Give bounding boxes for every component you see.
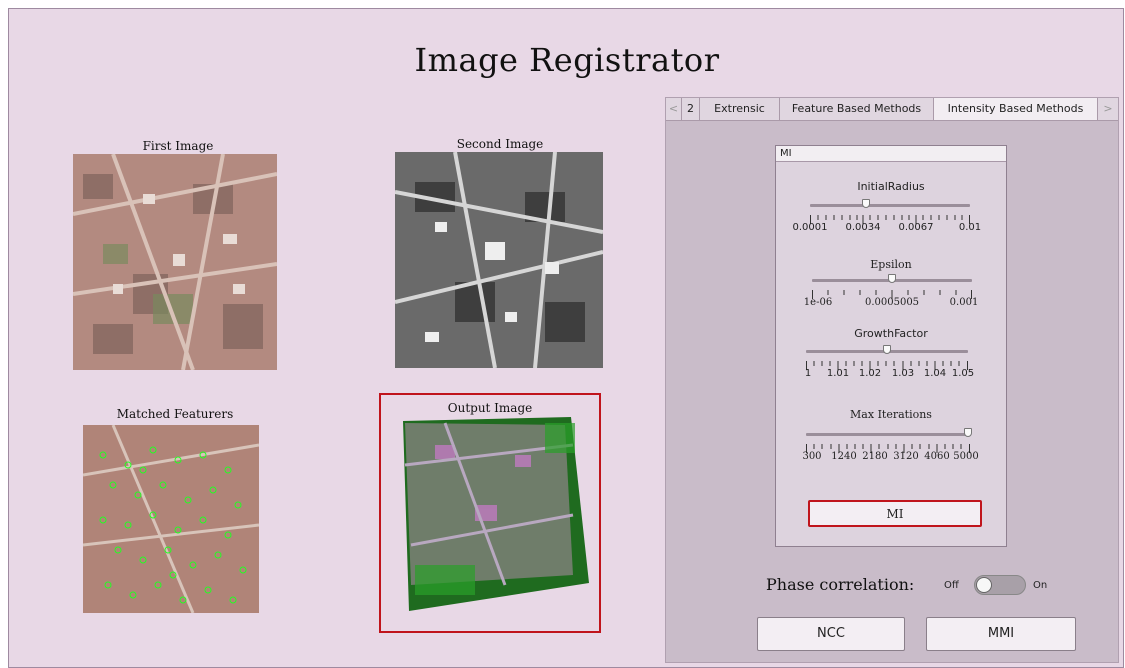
app-title: Image Registrator — [414, 41, 720, 79]
max-iterations-tick-labels: 300 1240 2180 3120 4060 5000 — [802, 451, 978, 463]
epsilon-ticks — [812, 285, 972, 299]
initialradius-ticks — [810, 210, 970, 224]
phase-off-label: Off — [944, 580, 959, 591]
first-image-label: First Image — [142, 139, 214, 153]
max-iterations-tick-label: 1240 — [831, 451, 857, 462]
matched-features-graphic — [83, 425, 259, 613]
matched-features-image — [83, 425, 259, 613]
growthfactor-ticks — [806, 356, 968, 370]
epsilon-tick-label: 1e-06 — [803, 297, 833, 308]
phase-on-label: On — [1033, 580, 1048, 591]
initialradius-tick-label: 0.0034 — [845, 222, 881, 233]
initialradius-tick-label: 0.01 — [958, 222, 982, 233]
growthfactor-tick-label: 1 — [804, 368, 812, 379]
growthfactor-tick-label: 1.03 — [891, 368, 915, 379]
max-iterations-label: Max Iterations — [850, 408, 932, 421]
tab-extrensic[interactable]: Extrensic — [700, 98, 780, 120]
second-image-label: Second Image — [456, 137, 544, 151]
initialradius-label: InitialRadius — [857, 180, 925, 193]
epsilon-tick-labels: 1e-06 0.0005005 0.001 — [804, 297, 979, 309]
initialradius-thumb[interactable] — [862, 199, 870, 208]
methods-panel: < 2 Extrensic Feature Based Methods Inte… — [665, 97, 1119, 663]
initialradius-track[interactable] — [810, 204, 970, 207]
growthfactor-tick-labels: 1 1.01 1.02 1.03 1.04 1.05 — [804, 368, 974, 380]
growthfactor-tick-label: 1.04 — [923, 368, 947, 379]
tab-scroll-left[interactable]: < — [666, 98, 682, 120]
initialradius-tick-labels: 0.0001 0.0034 0.0067 0.01 — [793, 222, 982, 234]
initialradius-tick-label: 0.0001 — [792, 222, 828, 233]
tab-intensity-based-methods[interactable]: Intensity Based Methods — [934, 98, 1098, 120]
epsilon-tick-label: 0.0005005 — [864, 297, 920, 308]
tab-2[interactable]: 2 — [682, 98, 700, 120]
epsilon-tick-label: 0.001 — [949, 297, 979, 308]
second-image — [395, 152, 603, 368]
first-image-graphic — [73, 154, 277, 370]
tab-bar: < 2 Extrensic Feature Based Methods Inte… — [666, 98, 1118, 121]
growthfactor-tick-label: 1.02 — [858, 368, 882, 379]
ncc-button[interactable]: NCC — [757, 617, 905, 651]
mmi-button[interactable]: MMI — [926, 617, 1076, 651]
output-image — [395, 415, 589, 611]
toggle-knob — [976, 577, 992, 593]
growthfactor-tick-label: 1.01 — [826, 368, 850, 379]
growthfactor-label: GrowthFactor — [854, 327, 928, 340]
max-iterations-track[interactable] — [806, 433, 970, 436]
epsilon-label: Epsilon — [870, 258, 912, 271]
growthfactor-thumb[interactable] — [883, 345, 891, 354]
max-iterations-tick-label: 5000 — [953, 451, 979, 462]
app-window: Image Registrator First Image Second Ima… — [8, 8, 1124, 668]
output-image-label: Output Image — [447, 401, 533, 415]
first-image — [73, 154, 277, 370]
max-iterations-tick-label: 3120 — [893, 451, 919, 462]
max-iterations-tick-label: 300 — [802, 451, 822, 462]
initialradius-tick-label: 0.0067 — [898, 222, 934, 233]
max-iterations-ticks — [806, 439, 970, 453]
growthfactor-tick-label: 1.05 — [951, 368, 975, 379]
output-image-graphic — [395, 415, 589, 611]
epsilon-thumb[interactable] — [888, 274, 896, 283]
phase-correlation-toggle[interactable] — [974, 575, 1026, 595]
mi-panel-title: MI — [776, 146, 1006, 162]
second-image-graphic — [395, 152, 603, 368]
max-iterations-tick-label: 4060 — [924, 451, 950, 462]
tab-scroll-right[interactable]: > — [1098, 98, 1118, 120]
max-iterations-thumb[interactable] — [964, 428, 972, 437]
matched-features-label: Matched Featurers — [116, 407, 234, 421]
tab-feature-based-methods[interactable]: Feature Based Methods — [780, 98, 934, 120]
mi-run-button[interactable]: MI — [808, 500, 982, 527]
max-iterations-tick-label: 2180 — [862, 451, 888, 462]
mi-panel: MI InitialRadius 0.0001 0.0034 0.0067 0.… — [775, 145, 1007, 547]
phase-correlation-label: Phase correlation: — [766, 575, 915, 594]
